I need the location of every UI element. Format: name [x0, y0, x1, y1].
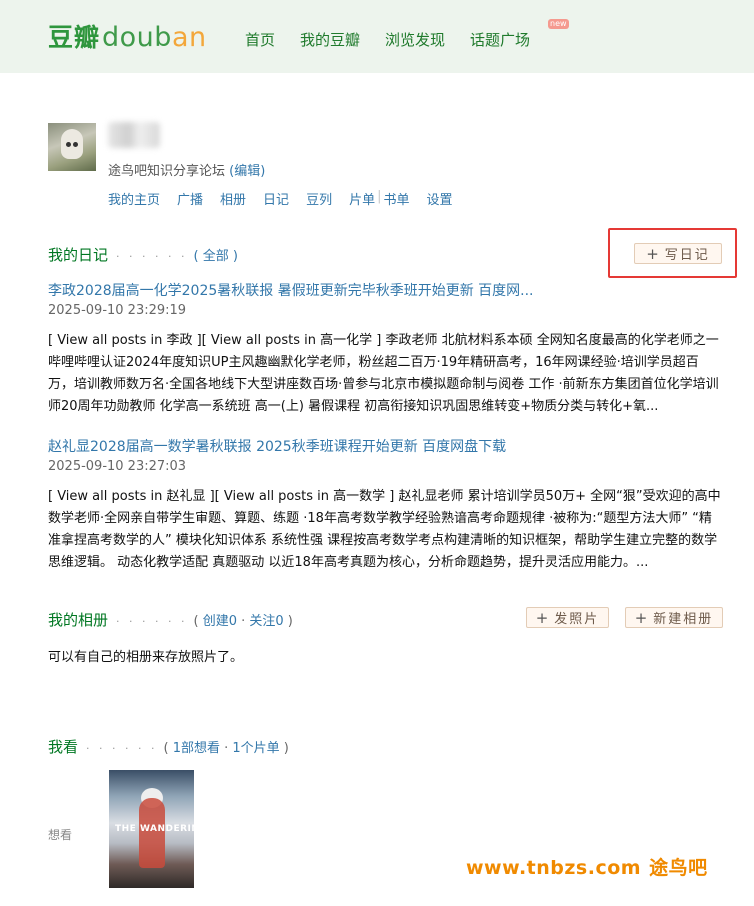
- new-album-label: 新建相册: [653, 612, 714, 627]
- poster-title-text: THE WANDERING EARTH: [115, 824, 194, 834]
- diary-post-title[interactable]: 赵礼显2028届高一数学暑秋联报 2025秋季班课程开始更新 百度网盘下载: [48, 436, 506, 456]
- diary-post-excerpt: [ View all posts in 赵礼显 ][ View all post…: [48, 489, 721, 570]
- album-meta-open: (: [193, 614, 203, 629]
- logo-en-left: doub: [102, 22, 172, 53]
- logo-en-right: an: [171, 22, 207, 53]
- blurred-username: [108, 122, 160, 148]
- watermark-url: www.tnbzs.com: [466, 857, 642, 879]
- edit-signature-link[interactable]: (编辑): [229, 164, 265, 179]
- album-title: 我的相册: [48, 611, 109, 629]
- diary-post-time: 2025-09-10 23:27:03: [48, 459, 187, 474]
- nav-home[interactable]: 首页: [245, 29, 275, 50]
- profile-nav-broadcast[interactable]: 广播: [177, 189, 203, 208]
- upload-photo-label: 发照片: [554, 612, 600, 627]
- douban-logo[interactable]: 豆瓣 douban: [48, 18, 207, 54]
- diary-all-link[interactable]: ( 全部 ): [193, 249, 237, 264]
- profile-nav-settings[interactable]: 设置: [427, 189, 453, 208]
- profile-nav-homepage[interactable]: 我的主页: [108, 189, 160, 208]
- signature-text: 途鸟吧知识分享论坛: [108, 164, 226, 179]
- nav-topics[interactable]: 话题广场 new: [470, 19, 569, 50]
- diary-dots: · · · · · ·: [116, 250, 188, 263]
- avatar-eye-left: [66, 142, 71, 147]
- profile-signature: 途鸟吧知识分享论坛 (编辑): [108, 160, 265, 179]
- want-watch-label: 想看: [48, 828, 73, 842]
- watching-title: 我看: [48, 738, 79, 756]
- profile-nav-diary[interactable]: 日记: [263, 189, 289, 208]
- album-meta-close: ): [283, 614, 293, 629]
- watching-meta-close: ): [279, 741, 289, 756]
- highlight-annotation-box: [608, 228, 737, 278]
- site-watermark: www.tnbzs.com 途鸟吧: [466, 853, 708, 880]
- watching-section-header: 我看 · · · · · · ( 1部想看 · 1个片单 ): [48, 736, 289, 757]
- profile-nav: 我的主页 广播 相册 日记 豆列 片单 | 书单 设置: [108, 189, 470, 208]
- new-album-button[interactable]: + 新建相册: [625, 607, 723, 628]
- main-nav: 首页 我的豆瓣 浏览发现 话题广场 new: [245, 19, 569, 50]
- nav-explore[interactable]: 浏览发现: [385, 29, 445, 50]
- watching-meta-open: (: [163, 741, 173, 756]
- album-empty-note: 可以有自己的相册来存放照片了。: [48, 650, 244, 665]
- watching-meta: ( 1部想看 · 1个片单 ): [163, 741, 288, 756]
- new-badge: new: [548, 19, 569, 29]
- album-meta: ( 创建0 · 关注0 ): [193, 614, 292, 629]
- movie-poster[interactable]: THE WANDERING EARTH: [109, 770, 194, 888]
- profile-nav-separator: |: [377, 189, 382, 204]
- plus-icon: +: [535, 608, 549, 627]
- logo-text-cn: 豆瓣: [48, 23, 101, 52]
- plus-icon: +: [634, 608, 648, 627]
- watching-meta-sep: ·: [219, 741, 233, 756]
- watching-dots: · · · · · ·: [86, 742, 158, 755]
- nav-topics-label: 话题广场: [470, 31, 531, 49]
- nav-my-douban[interactable]: 我的豆瓣: [300, 29, 360, 50]
- profile-nav-booklist[interactable]: 书单: [383, 189, 409, 208]
- want-watch-link[interactable]: 1部想看: [173, 741, 220, 756]
- top-navbar: 豆瓣 douban 首页 我的豆瓣 浏览发现 话题广场 new: [0, 0, 754, 73]
- album-dots: · · · · · ·: [116, 615, 188, 628]
- diary-post-excerpt: [ View all posts in 李政 ][ View all posts…: [48, 333, 719, 414]
- avatar[interactable]: [48, 123, 96, 171]
- profile-nav-doulist[interactable]: 豆列: [306, 189, 332, 208]
- profile-nav-album[interactable]: 相册: [220, 189, 246, 208]
- diary-post-title[interactable]: 李政2028届高一化学2025暑秋联报 暑假班更新完毕秋季班开始更新 百度网..…: [48, 280, 534, 300]
- album-follow-link[interactable]: 关注0: [249, 614, 283, 629]
- diary-post-time: 2025-09-10 23:29:19: [48, 303, 187, 318]
- movie-list-link[interactable]: 1个片单: [232, 741, 279, 756]
- watermark-name: 途鸟吧: [649, 857, 708, 879]
- avatar-eye-right: [73, 142, 78, 147]
- album-meta-sep: ·: [236, 614, 250, 629]
- logo-text-en: douban: [102, 22, 207, 53]
- profile-nav-movielist[interactable]: 片单: [349, 189, 375, 208]
- album-section-header: 我的相册 · · · · · · ( 创建0 · 关注0 ): [48, 609, 293, 630]
- diary-section-header: 我的日记 · · · · · · ( 全部 ): [48, 244, 238, 265]
- diary-title: 我的日记: [48, 246, 109, 264]
- album-create-link[interactable]: 创建0: [203, 614, 237, 629]
- avatar-face: [61, 129, 83, 159]
- upload-photo-button[interactable]: + 发照片: [526, 607, 609, 628]
